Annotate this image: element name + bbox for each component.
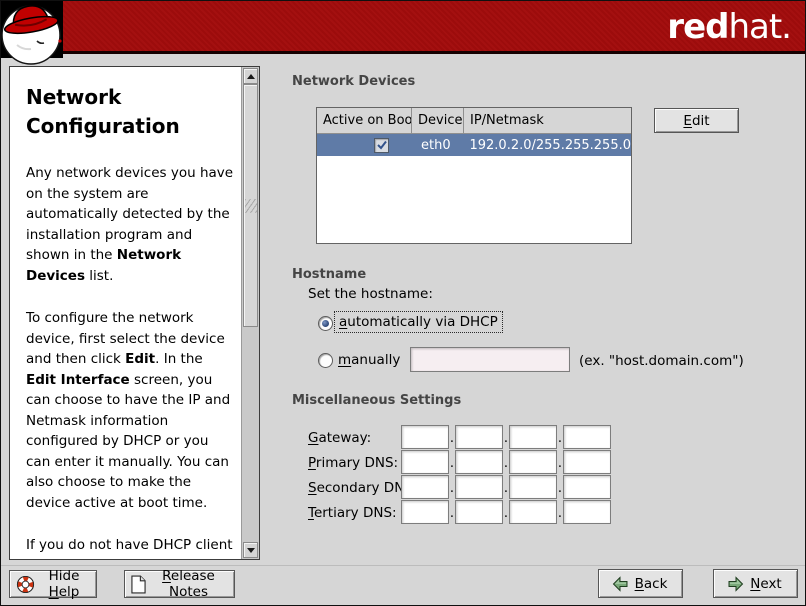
help-paragraph: Any network devices you have on the syst… xyxy=(26,163,235,286)
next-label: Next xyxy=(747,576,785,592)
ip-octet-input[interactable] xyxy=(563,500,611,524)
wordmark-bold: red xyxy=(667,7,728,47)
ip-octet-input[interactable] xyxy=(563,475,611,499)
hostname-hint: (ex. "host.domain.com") xyxy=(579,353,744,369)
life-ring-icon xyxy=(16,575,35,594)
gateway-octets: ... xyxy=(401,425,611,449)
help-paragraphs: Any network devices you have on the syst… xyxy=(26,163,235,559)
misc-settings-section-label: Miscellaneous Settings xyxy=(292,393,461,408)
help-title: Network Configuration xyxy=(26,83,235,141)
ip-octet-input[interactable] xyxy=(401,425,449,449)
redhat-wordmark: redhat. xyxy=(667,5,791,49)
release-notes-button[interactable]: Release Notes xyxy=(124,570,235,598)
back-button[interactable]: Back xyxy=(598,569,683,598)
down-arrow-icon xyxy=(247,548,255,553)
scrollbar-grip-icon xyxy=(245,199,257,213)
ip-octet-input[interactable] xyxy=(509,425,557,449)
hide-help-label: Hide Help xyxy=(38,568,90,600)
checkmark-icon xyxy=(377,140,387,150)
active-on-boot-checkbox[interactable] xyxy=(374,138,389,153)
ip-octet-input[interactable] xyxy=(455,450,503,474)
footer-separator xyxy=(1,565,805,566)
ip-octet-input[interactable] xyxy=(401,450,449,474)
ip-netmask-cell: 192.0.2.0/255.255.255.0 xyxy=(462,138,631,153)
next-button[interactable]: Next xyxy=(713,569,798,598)
table-row[interactable]: eth0 192.0.2.0/255.255.255.0 xyxy=(317,134,631,156)
back-label: Back xyxy=(632,576,670,592)
device-name-cell: eth0 xyxy=(411,138,462,153)
primary-dns-label: Primary DNS: xyxy=(308,455,398,471)
back-arrow-icon xyxy=(612,576,629,592)
next-arrow-icon xyxy=(727,576,744,592)
help-paragraph: If you do not have DHCP client access or… xyxy=(26,535,235,559)
hide-help-button[interactable]: Hide Help xyxy=(9,570,97,598)
scroll-down-button[interactable] xyxy=(243,542,258,558)
network-devices-table: Active on Boot Device IP/Netmask eth0 19… xyxy=(316,107,632,244)
ip-octet-input[interactable] xyxy=(401,500,449,524)
installer-window: redhat. Network Configuration Any networ… xyxy=(0,0,806,606)
help-panel: Network Configuration Any network device… xyxy=(9,66,260,560)
table-header-row: Active on Boot Device IP/Netmask xyxy=(317,108,631,134)
network-devices-section-label: Network Devices xyxy=(292,74,415,89)
help-content: Network Configuration Any network device… xyxy=(10,67,241,559)
redhat-shadowman-logo-icon xyxy=(1,1,65,73)
dhcp-radio[interactable] xyxy=(318,316,333,331)
tertiary-dns-octets: ... xyxy=(401,500,611,524)
gateway-label: Gateway: xyxy=(308,430,371,446)
manual-radio[interactable] xyxy=(318,353,333,368)
ip-octet-input[interactable] xyxy=(563,450,611,474)
ip-octet-input[interactable] xyxy=(563,425,611,449)
secondary-dns-octets: ... xyxy=(401,475,611,499)
ip-octet-input[interactable] xyxy=(509,475,557,499)
column-header-ip-netmask: IP/Netmask xyxy=(464,108,631,134)
column-header-device: Device xyxy=(412,108,464,134)
ip-octet-input[interactable] xyxy=(455,475,503,499)
dhcp-radio-label[interactable]: automatically via DHCP xyxy=(334,311,503,333)
up-arrow-icon xyxy=(247,74,255,79)
ip-octet-input[interactable] xyxy=(455,500,503,524)
banner: redhat. xyxy=(1,1,805,54)
wordmark-light: hat. xyxy=(728,7,791,47)
scrollbar-thumb[interactable] xyxy=(243,84,258,327)
hostname-input[interactable] xyxy=(410,347,570,372)
hostname-section-label: Hostname xyxy=(292,267,366,282)
scroll-up-button[interactable] xyxy=(243,68,258,84)
tertiary-dns-label: Tertiary DNS: xyxy=(308,505,397,521)
document-icon xyxy=(131,575,146,594)
manual-radio-label[interactable]: manually xyxy=(334,350,404,370)
ip-octet-input[interactable] xyxy=(401,475,449,499)
ip-octet-input[interactable] xyxy=(509,450,557,474)
column-header-active-on-boot: Active on Boot xyxy=(317,108,412,134)
set-hostname-prompt: Set the hostname: xyxy=(308,286,433,302)
primary-dns-octets: ... xyxy=(401,450,611,474)
help-paragraph: To configure the network device, first s… xyxy=(26,308,235,513)
ip-octet-input[interactable] xyxy=(455,425,503,449)
help-scrollbar[interactable] xyxy=(241,67,259,559)
ip-octet-input[interactable] xyxy=(509,500,557,524)
edit-button[interactable]: Edit xyxy=(654,108,739,133)
release-notes-label: Release Notes xyxy=(149,568,228,600)
